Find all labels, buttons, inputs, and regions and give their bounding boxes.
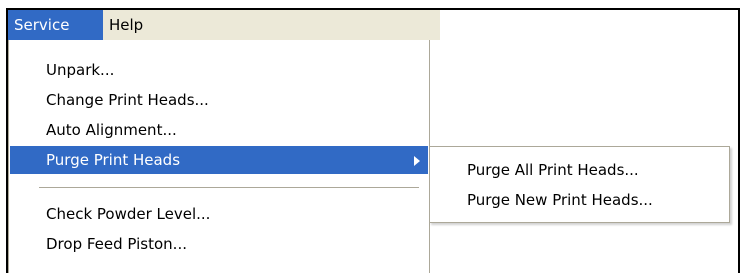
menu-item-purge-print-heads[interactable]: Purge Print Heads [10,146,428,174]
submenu-item-purge-new-print-heads[interactable]: Purge New Print Heads... [431,186,728,214]
menu-item-check-powder-level[interactable]: Check Powder Level... [10,200,428,228]
menu-bar: Service Help [8,10,440,40]
menu-item-auto-alignment[interactable]: Auto Alignment... [10,116,428,144]
menu-item-purge-print-heads-label: Purge Print Heads [46,151,181,169]
purge-submenu: Purge All Print Heads... Purge New Print… [429,146,730,223]
menu-separator [39,187,419,189]
menu-item-drop-feed-piston[interactable]: Drop Feed Piston... [10,230,428,258]
submenu-item-purge-all-print-heads[interactable]: Purge All Print Heads... [431,156,728,184]
menu-help[interactable]: Help [103,10,163,40]
menu-item-change-print-heads[interactable]: Change Print Heads... [10,86,428,114]
menu-item-unpark[interactable]: Unpark... [10,56,428,84]
submenu-arrow-icon [414,156,420,166]
service-dropdown-menu: Unpark... Change Print Heads... Auto Ali… [8,40,430,273]
menu-service[interactable]: Service [8,10,103,40]
